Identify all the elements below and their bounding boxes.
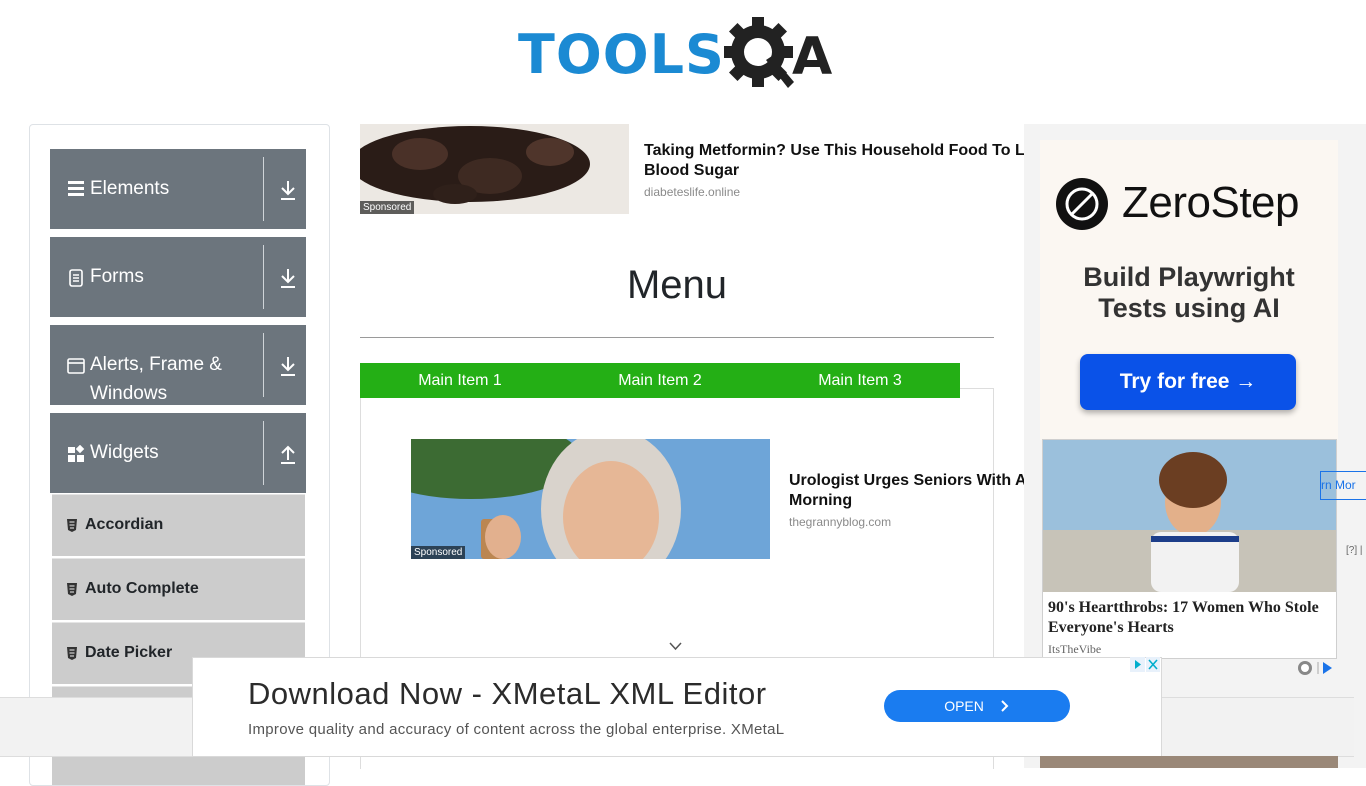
ad-title: Taking Metformin? Use This Household Foo… [644, 142, 1025, 159]
open-button-label: OPEN [944, 698, 984, 714]
divider [263, 157, 264, 221]
zerostep-logo-icon [1056, 178, 1108, 230]
open-button[interactable]: OPEN [884, 690, 1070, 722]
sponsored-ad-image[interactable]: Sponsored [360, 124, 629, 214]
zerostep-ad[interactable]: ZeroStep Build Playwright Tests using AI… [1040, 140, 1338, 440]
ad-photo-image [1040, 756, 1338, 768]
bottom-banner-ad[interactable]: Download Now - XMetaL XML Editor Improve… [192, 657, 1162, 757]
senior-woman-photo-image [411, 439, 770, 559]
upload-icon[interactable] [279, 443, 297, 465]
download-icon[interactable] [279, 267, 297, 289]
ad-photo-image [1043, 440, 1336, 592]
nav-item-main-3[interactable]: Main Item 3 [760, 363, 960, 398]
page-title: Menu [626, 263, 728, 307]
zerostep-tagline: Build Playwright Tests using AI [1040, 262, 1338, 324]
html5-icon [67, 583, 77, 596]
ad-title-line2: Morning [789, 492, 853, 509]
toolsqa-logo[interactable]: TOOLS A [518, 14, 842, 94]
sponsored-label: Sponsored [360, 201, 415, 214]
ad-title: Urologist Urges Seniors With A [789, 472, 1027, 489]
ad-source: diabeteslife.online [644, 185, 741, 199]
ad-network-icons[interactable] [1296, 660, 1336, 676]
sidebar-group-forms[interactable]: Forms [50, 237, 306, 317]
html5-icon [67, 519, 77, 532]
widgets-icon [68, 445, 85, 462]
adchoices-icon[interactable] [1130, 657, 1160, 672]
try-for-free-button[interactable]: Try for free → [1080, 354, 1296, 410]
ad-source: ItsTheVibe [1048, 642, 1102, 656]
nav-item-main-1[interactable]: Main Item 1 [360, 363, 560, 398]
heartthrob-ad[interactable]: 90's Heartthrobs: 17 Women Who Stole Eve… [1042, 439, 1337, 659]
learn-more-button[interactable]: rn Mor [1320, 471, 1366, 500]
sidebar-group-elements[interactable]: Elements [50, 149, 306, 229]
sidebar-group-label: Forms [90, 266, 144, 287]
chevron-down-icon[interactable] [668, 640, 683, 652]
ad-info-link[interactable]: [?] | [1346, 545, 1363, 556]
logo-tools-text: TOOLS [518, 23, 725, 86]
sponsored-label: Sponsored [411, 546, 466, 559]
logo-qa-text: A [792, 27, 832, 87]
divider [263, 333, 264, 397]
banner-title: Download Now - XMetaL XML Editor [248, 676, 767, 711]
zerostep-tagline-line1: Build Playwright [1083, 262, 1295, 292]
logo-gear-qa-icon: A [724, 17, 832, 88]
zerostep-name: ZeroStep [1122, 178, 1299, 227]
banner-subtitle: Improve quality and accuracy of content … [248, 721, 785, 738]
sidebar-item-label: Date Picker [85, 644, 173, 661]
ad-source: thegrannyblog.com [789, 515, 892, 529]
sponsored-ad-image[interactable]: Sponsored [411, 439, 770, 559]
sidebar-item-auto-complete[interactable]: Auto Complete [52, 558, 305, 620]
sidebar-item-label: Accordian [85, 516, 164, 533]
sidebar-item-accordian[interactable]: Accordian [52, 494, 305, 556]
html5-icon [67, 647, 77, 660]
sponsored-ad-text[interactable]: Taking Metformin? Use This Household Foo… [644, 141, 1029, 199]
download-icon[interactable] [279, 355, 297, 377]
sidebar-group-label-line2: Windows [90, 383, 168, 404]
divider [263, 245, 264, 309]
chevron-right-icon [1001, 700, 1009, 712]
zerostep-tagline-line2: Tests using AI [1098, 293, 1280, 323]
sidebar-item-label: Auto Complete [85, 580, 199, 597]
sidebar-group-label: Widgets [90, 442, 159, 463]
hamburger-icon [68, 181, 84, 196]
sidebar-group-label: Elements [90, 178, 170, 199]
ad-title-line2: Blood Sugar [644, 162, 740, 179]
nav-menu: Main Item 1 Main Item 2 Main Item 3 [360, 363, 960, 398]
sidebar-group-widgets[interactable]: Widgets [50, 413, 306, 493]
divider [360, 337, 994, 338]
divider [263, 421, 264, 485]
window-icon [67, 358, 85, 374]
sponsored-ad-text[interactable]: Urologist Urges Seniors With A Morning t… [789, 471, 1029, 529]
nav-item-main-2[interactable]: Main Item 2 [560, 363, 760, 398]
document-icon [69, 269, 83, 287]
download-icon[interactable] [279, 179, 297, 201]
sidebar-group-label: Alerts, Frame & [90, 354, 222, 375]
ad-title: 90's Heartthrobs: 17 Women Who Stole Eve… [1048, 599, 1319, 636]
sidebar-group-alerts-frame-windows[interactable]: Alerts, Frame & Windows [50, 325, 306, 405]
